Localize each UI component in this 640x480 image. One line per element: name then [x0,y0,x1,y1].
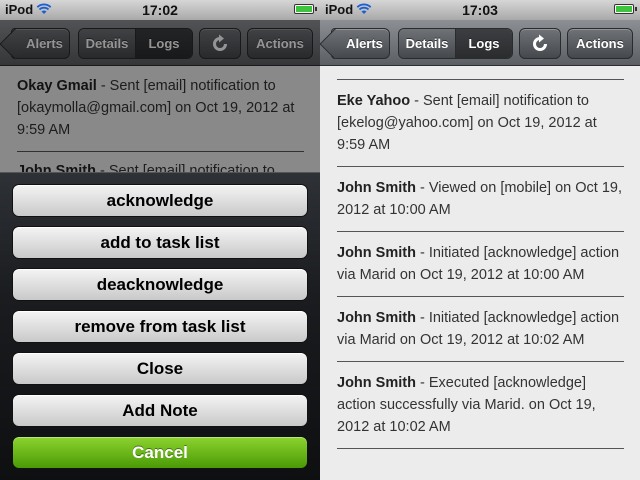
log-author: John Smith [337,310,416,326]
log-item: John Smith - Viewed on [mobile] on Oct 1… [337,167,624,232]
refresh-button[interactable] [519,28,561,59]
nav-bar: Alerts Details Logs Actions [320,20,640,66]
status-bar: iPod 17:03 [320,0,640,20]
log-item: John Smith - Initiated [acknowledge] act… [337,232,624,297]
tab-logs[interactable]: Logs [455,29,512,58]
deacknowledge-button[interactable]: deacknowledge [12,268,308,301]
clock: 17:03 [462,2,498,18]
cancel-button[interactable]: Cancel [12,436,308,469]
action-sheet: acknowledge add to task list deacknowled… [0,172,320,480]
log-list: Eke Yahoo - Sent [email] notification to… [320,67,640,480]
battery-icon [614,4,637,14]
log-item: John Smith - Initiated [acknowledge] act… [337,297,624,362]
status-bar: iPod 17:02 [0,0,320,20]
refresh-icon [533,34,547,51]
acknowledge-button[interactable]: acknowledge [12,184,308,217]
add-note-button[interactable]: Add Note [12,394,308,427]
clock: 17:02 [142,2,178,18]
actions-button[interactable]: Actions [567,28,633,59]
remove-from-task-list-button[interactable]: remove from task list [12,310,308,343]
tab-details[interactable]: Details [399,29,455,58]
log-author: John Smith [337,375,416,391]
log-author: John Smith [337,245,416,261]
back-label: Alerts [346,36,383,51]
back-button[interactable]: Alerts [331,28,390,59]
close-button[interactable]: Close [12,352,308,385]
battery-icon [294,4,317,14]
right-screen: iPod 17:03 Alerts Details Logs Actions E… [320,0,640,480]
log-item: Eke Yahoo - Sent [email] notification to… [337,80,624,167]
left-screen: iPod 17:02 Alerts Details Logs Actions O… [0,0,320,480]
add-to-task-list-button[interactable]: add to task list [12,226,308,259]
log-item: John Smith - Executed [acknowledge] acti… [337,362,624,449]
log-author: Eke Yahoo [337,93,411,109]
segmented-control: Details Logs [398,28,513,59]
log-author: John Smith [337,180,416,196]
